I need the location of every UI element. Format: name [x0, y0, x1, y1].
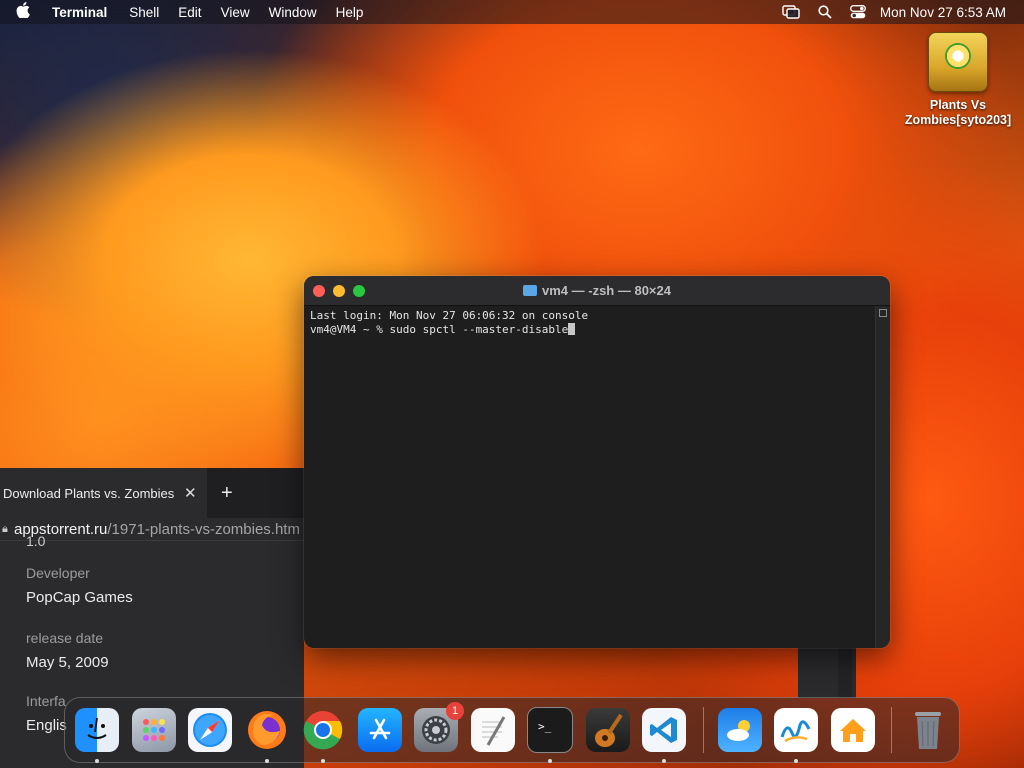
- apple-menu-icon[interactable]: [16, 2, 38, 22]
- desktop-icon-label-line1: Plants Vs: [929, 98, 987, 112]
- version-value: 1.0: [26, 533, 46, 549]
- spotlight-search-icon[interactable]: [818, 5, 832, 19]
- system-settings-icon[interactable]: 1: [414, 702, 464, 752]
- terminal-command: vm4@VM4 ~ % sudo spctl --master-disable: [310, 323, 569, 336]
- app-store-icon[interactable]: [357, 708, 402, 752]
- game-disk-icon: [928, 32, 988, 92]
- chrome-icon[interactable]: [301, 708, 345, 763]
- terminal-output[interactable]: Last login: Mon Nov 27 06:06:32 on conso…: [304, 306, 890, 340]
- launchpad-icon[interactable]: [131, 708, 176, 752]
- developer-value: PopCap Games: [26, 589, 133, 606]
- svg-text:>_: >_: [538, 720, 552, 733]
- terminal-command-line: vm4@VM4 ~ % sudo spctl --master-disable: [310, 323, 884, 337]
- close-tab-icon[interactable]: ✕: [184, 484, 197, 502]
- terminal-line-login: Last login: Mon Nov 27 06:06:32 on conso…: [310, 309, 589, 322]
- trash-icon[interactable]: [906, 708, 950, 752]
- release-date-value: May 5, 2009: [26, 654, 109, 671]
- terminal-title: vm4 — -zsh — 80×24: [304, 283, 890, 298]
- dock-separator-trash: [891, 707, 892, 753]
- garageband-icon[interactable]: [585, 708, 630, 752]
- dock-separator: [702, 707, 704, 753]
- new-tab-icon[interactable]: +: [221, 482, 233, 505]
- textedit-icon[interactable]: [470, 708, 515, 752]
- desktop-icon-label-line2: Zombies[syto203]: [904, 113, 1012, 127]
- terminal-title-text: vm4 — -zsh — 80×24: [542, 283, 671, 298]
- menu-bar: Terminal Shell Edit View Window Help Mon…: [0, 0, 1024, 24]
- control-center-icon[interactable]: [849, 5, 866, 19]
- menu-help[interactable]: Help: [336, 5, 364, 20]
- terminal-title-bar[interactable]: vm4 — -zsh — 80×24: [304, 276, 890, 306]
- release-date-label: release date: [26, 630, 104, 646]
- browser-scrollbar[interactable]: [838, 646, 852, 698]
- dock: 1 >_: [64, 697, 960, 763]
- terminal-scrollbar[interactable]: [875, 306, 890, 648]
- terminal-icon[interactable]: >_: [527, 707, 573, 763]
- menu-clock[interactable]: Mon Nov 27 6:53 AM: [880, 5, 1006, 20]
- developer-label: Developer: [26, 565, 90, 581]
- terminal-window[interactable]: vm4 — -zsh — 80×24 Last login: Mon Nov 2…: [304, 276, 890, 648]
- browser-tab-bar: Download Plants vs. Zombies 1 ✕ +: [0, 468, 304, 518]
- menu-edit[interactable]: Edit: [178, 5, 201, 20]
- desktop-disk-image[interactable]: Plants Vs Zombies[syto203]: [898, 32, 1018, 128]
- browser-tab[interactable]: Download Plants vs. Zombies 1 ✕: [0, 468, 207, 518]
- vscode-icon[interactable]: [642, 708, 686, 763]
- home-icon[interactable]: [830, 708, 875, 752]
- text-cursor: [568, 323, 576, 335]
- weather-icon[interactable]: [717, 708, 762, 752]
- notification-badge: 1: [446, 702, 464, 720]
- menu-shell[interactable]: Shell: [129, 5, 159, 20]
- menu-app-name[interactable]: Terminal: [52, 5, 107, 20]
- screen-mirroring-icon[interactable]: [782, 5, 800, 19]
- browser-window-edge: [798, 646, 856, 698]
- folder-icon: [523, 285, 537, 296]
- menu-view[interactable]: View: [221, 5, 250, 20]
- split-pane-icon[interactable]: [879, 309, 887, 317]
- safari-icon[interactable]: [188, 708, 232, 752]
- tab-title: Download Plants vs. Zombies 1: [3, 485, 178, 501]
- firefox-icon[interactable]: [245, 708, 289, 763]
- menu-window[interactable]: Window: [269, 5, 317, 20]
- finder-icon[interactable]: [75, 708, 119, 763]
- freeform-icon[interactable]: [774, 708, 818, 763]
